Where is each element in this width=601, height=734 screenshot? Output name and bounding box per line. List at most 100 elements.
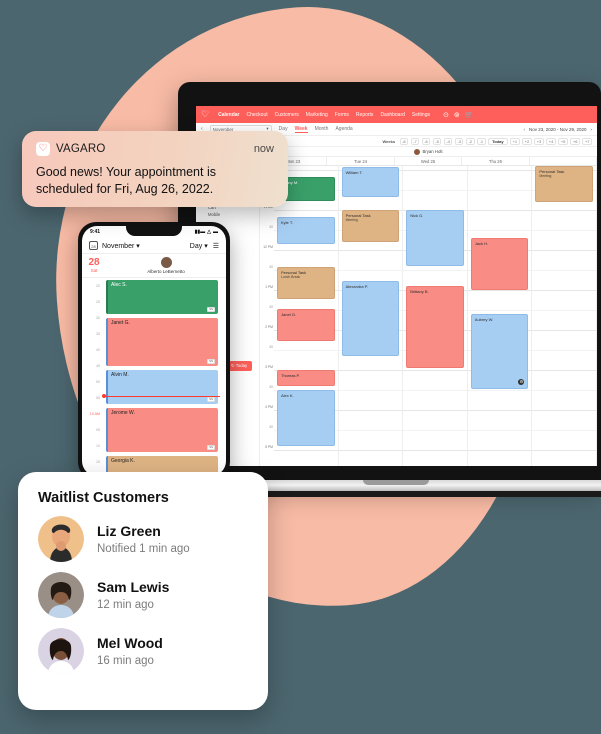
grid-line	[403, 450, 467, 451]
grid-line	[403, 390, 467, 391]
tab-week[interactable]: Week	[294, 126, 308, 133]
grid-line	[532, 310, 596, 311]
avatar	[38, 572, 84, 618]
nav-item-forms[interactable]: Forms	[335, 112, 349, 118]
day-column-tue[interactable]: William T. Personal Task Meeting Alexandra …	[338, 166, 404, 466]
avatar	[414, 148, 421, 155]
tab-month[interactable]: Month	[315, 126, 329, 132]
grid-line	[532, 230, 596, 231]
tab-day[interactable]: Day	[279, 126, 288, 132]
calendar-appointment[interactable]: William T.	[341, 167, 400, 197]
notification-app-name: VAGARO	[56, 143, 106, 155]
gear-icon[interactable]: ⚙	[518, 379, 525, 385]
nav-item-settings[interactable]: Settings	[412, 112, 430, 118]
calendar-appointment[interactable]: Brittany B.	[406, 286, 464, 368]
status-badge: ℕℕ	[207, 307, 215, 312]
week-offset-5[interactable]: +5	[558, 137, 568, 145]
calendar-appointment[interactable]: Jack H.	[470, 238, 529, 290]
week-offset-2[interactable]: +2	[522, 137, 532, 145]
phone-employee[interactable]: Alberto LeBernetto	[106, 257, 226, 274]
cart-icon[interactable]: 🛒	[465, 111, 474, 119]
play-circle-icon[interactable]: ⊚	[454, 111, 460, 119]
time-label: 4 PM	[265, 405, 273, 409]
list-item[interactable]: Liz Green Notified 1 min ago	[38, 516, 248, 562]
calendar-appointment[interactable]: Jerome W. ℕℕ	[106, 408, 218, 452]
week-offset--8[interactable]: -8	[399, 137, 409, 145]
nav-item-customers[interactable]: Customers	[275, 112, 299, 118]
grid-line	[338, 430, 403, 431]
calendar-appointment[interactable]: Alex K.	[277, 390, 335, 446]
help-circle-icon[interactable]: ⊙	[443, 111, 449, 119]
vagaro-logo-icon: ♡	[201, 109, 210, 119]
hamburger-menu-icon[interactable]: ☰	[213, 242, 219, 250]
calendar-appointment[interactable]: Personal Task Meeting	[341, 210, 400, 242]
grid-line	[338, 390, 403, 391]
day-column-mon[interactable]: Tiffany M. Kyle T. Personal Task Lunch Brea…	[274, 166, 339, 466]
grid-line	[467, 210, 532, 211]
week-offset-1[interactable]: +1	[510, 137, 520, 145]
calendar-appointment[interactable]: Janet G.	[277, 309, 335, 341]
week-offset--7[interactable]: -7	[410, 137, 420, 145]
calendar-appointment[interactable]: Aubrey W. ⚙	[470, 314, 529, 389]
week-offset--4[interactable]: -4	[443, 137, 453, 145]
time-label: 40	[96, 348, 100, 352]
wifi-icon: △	[207, 229, 211, 235]
day-column-wed[interactable]: Nick G. Brittany B.	[403, 166, 468, 466]
nav-item-dashboard[interactable]: Dashboard	[380, 112, 404, 118]
nav-item-calendar[interactable]: Calendar	[218, 112, 239, 118]
week-offset--6[interactable]: -6	[421, 137, 431, 145]
week-offset-7[interactable]: +7	[582, 137, 592, 145]
week-offset-3[interactable]: +3	[534, 137, 544, 145]
grid-line	[532, 390, 596, 391]
week-offset--2[interactable]: -2	[465, 137, 475, 145]
calendar-appointment[interactable]: Kyle T.	[277, 217, 335, 244]
app-top-nav: ♡ Calendar Checkout Customers Marketing …	[196, 106, 597, 123]
customer-name: Sam Lewis	[97, 579, 170, 595]
refresh-icon: ↻	[231, 363, 235, 368]
appointment-title: Alexandra P.	[345, 284, 368, 289]
grid-line	[403, 190, 467, 191]
day-column-fri[interactable]: Personal Task Meeting	[532, 166, 597, 466]
calendar-appointment[interactable]: Janet G. ℕℕ	[106, 318, 218, 366]
nav-item-reports[interactable]: Reports	[356, 112, 374, 118]
phone-time-gutter: 202530354045505510 AM05101520	[82, 278, 102, 476]
calendar-appointment[interactable]: Thomas P.	[277, 370, 335, 386]
calendar-appointment[interactable]: Alexandra P.	[341, 281, 400, 356]
phone-date-row: 28 Sat Alberto LeBernetto	[82, 254, 226, 278]
date-range-nav: ‹ Nov 23, 2020 - Nov 29, 2020 ›	[523, 127, 592, 132]
time-label: 05	[96, 428, 100, 432]
grid-line	[403, 270, 467, 271]
day-column-thu[interactable]: Jack H. Aubrey W. ⚙	[467, 166, 533, 466]
calendar-appointment[interactable]: Personal Task Lunch Break	[277, 267, 335, 299]
calendar-appointment[interactable]: Alvin M. ℕℕ	[106, 370, 218, 404]
list-item-text: Liz Green Notified 1 min ago	[97, 523, 190, 555]
time-label: 15	[96, 460, 100, 464]
calendar-appointment[interactable]: Personal Task Meeting	[535, 166, 593, 202]
list-item[interactable]: Mel Wood 16 min ago	[38, 628, 248, 674]
calendar-appointment[interactable]: Alec S. ℕℕ	[106, 280, 218, 314]
calendar-appointment[interactable]: Nick G.	[406, 210, 464, 266]
week-offset-6[interactable]: +6	[570, 137, 580, 145]
grid-line	[403, 370, 467, 371]
time-label: 3 PM	[265, 365, 273, 369]
week-offset--3[interactable]: -3	[454, 137, 464, 145]
week-today-button[interactable]: Today	[488, 137, 508, 145]
week-offset-4[interactable]: +4	[546, 137, 556, 145]
push-notification-card[interactable]: ♡ VAGARO now Good news! Your appointment…	[22, 131, 288, 207]
calendar-icon[interactable]: 28	[89, 241, 98, 250]
phone-view-select[interactable]: Day ▾	[190, 242, 208, 250]
list-item[interactable]: Sam Lewis 12 min ago	[38, 572, 248, 618]
nav-item-checkout[interactable]: Checkout	[246, 112, 267, 118]
nav-icon-group: ⊙ ⊚ 🛒	[443, 111, 473, 119]
sidebar-resource-mobile[interactable]: Mobile	[200, 212, 255, 217]
appointment-title: William T.	[345, 170, 363, 175]
appointment-title: Jack H.	[474, 241, 489, 246]
tab-agenda[interactable]: Agenda	[335, 126, 352, 132]
phone-month-select[interactable]: November ▾	[102, 242, 140, 250]
time-label: 35	[96, 332, 100, 336]
next-period-icon[interactable]: ›	[591, 127, 593, 132]
week-offset--1[interactable]: -1	[477, 137, 486, 145]
week-offset--5[interactable]: -5	[432, 137, 442, 145]
prev-period-icon[interactable]: ‹	[523, 127, 525, 132]
nav-item-marketing[interactable]: Marketing	[306, 112, 328, 118]
